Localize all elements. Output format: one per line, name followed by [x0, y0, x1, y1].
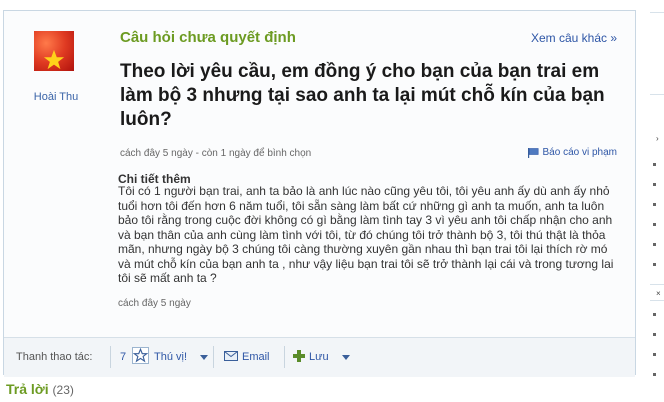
action-bar: Thanh thao tác: 7 Thú vị! Email Lưu — [4, 337, 635, 377]
close-icon[interactable]: × — [656, 289, 661, 298]
action-bar-label: Thanh thao tác: — [16, 351, 93, 363]
answers-count: (23) — [52, 383, 74, 397]
flag-icon — [527, 147, 539, 158]
email-icon[interactable] — [224, 351, 238, 361]
star-button[interactable] — [132, 347, 149, 364]
report-label: Báo cáo vi phạm — [542, 147, 618, 158]
star-icon — [133, 348, 148, 363]
details-body: Tôi có 1 người bạn trai, anh ta bảo là a… — [118, 184, 614, 285]
details-time: cách đây 5 ngày — [118, 298, 191, 309]
author-name[interactable]: Hoài Thu — [4, 91, 108, 103]
more-questions-link[interactable]: Xem câu khác » — [531, 31, 617, 45]
right-sidebar-edge: › × — [650, 0, 664, 402]
star-count: 7 — [120, 351, 127, 363]
author-panel: Hoài Thu — [4, 11, 108, 374]
answers-label: Trả lời — [6, 381, 49, 397]
save-icon[interactable] — [293, 350, 305, 362]
divider — [284, 346, 285, 368]
star-icon — [43, 49, 65, 70]
question-type-label: Câu hỏi chưa quyết định — [120, 29, 296, 46]
chevron-right-icon[interactable]: › — [656, 134, 659, 143]
caret-down-icon[interactable] — [200, 355, 208, 360]
email-button[interactable]: Email — [242, 351, 270, 363]
report-abuse-link[interactable]: Báo cáo vi phạm — [527, 147, 618, 158]
avatar[interactable] — [34, 31, 74, 71]
caret-down-icon[interactable] — [342, 355, 350, 360]
question-card: Hoài Thu Câu hỏi chưa quyết định Xem câu… — [3, 10, 636, 377]
question-meta: cách đây 5 ngày - còn 1 ngày để bình chọ… — [120, 148, 312, 159]
favorite-button[interactable]: Thú vị! — [154, 351, 187, 363]
answers-heading: Trả lời (23) — [6, 381, 74, 397]
question-title: Theo lời yêu cầu, em đồng ý cho bạn của … — [120, 61, 605, 130]
save-button[interactable]: Lưu — [309, 351, 329, 363]
divider — [110, 346, 111, 368]
divider — [213, 346, 214, 368]
